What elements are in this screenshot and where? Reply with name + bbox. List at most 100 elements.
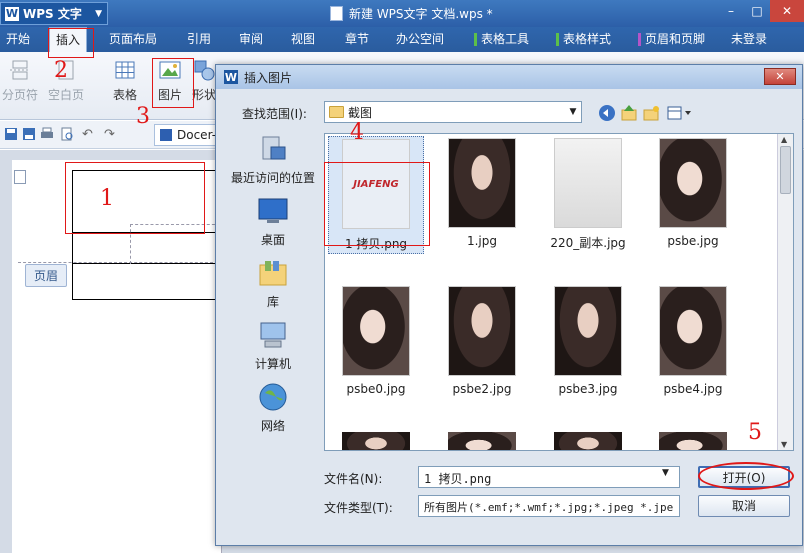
- file-thumbnail-partial[interactable]: [554, 432, 622, 450]
- tab-office-space[interactable]: 办公空间: [390, 27, 450, 52]
- file-thumbnail: [659, 138, 727, 228]
- file-name-input[interactable]: 1 拷贝.png: [418, 466, 680, 488]
- file-name: psbe0.jpg: [346, 382, 406, 396]
- recent-places-icon: [262, 136, 286, 160]
- file-item[interactable]: psbe0.jpg: [328, 286, 424, 396]
- place-computer-label: 计算机: [254, 357, 291, 371]
- scrollbar-thumb[interactable]: [780, 146, 791, 194]
- file-name: psbe.jpg: [667, 234, 719, 248]
- libraries-icon: [259, 261, 287, 286]
- page-break-icon: [10, 60, 30, 80]
- dialog-close-button[interactable]: ✕: [764, 68, 796, 85]
- file-thumbnail: [659, 286, 727, 376]
- file-type-label: 文件类型(T):: [324, 501, 393, 515]
- blank-page-label: 空白页: [48, 88, 85, 102]
- file-name: psbe4.jpg: [663, 382, 723, 396]
- file-thumbnail: [554, 138, 622, 228]
- wps-logo-icon: W: [224, 70, 238, 84]
- file-thumbnail-partial[interactable]: [342, 432, 410, 450]
- chevron-down-icon: ▼: [569, 107, 577, 117]
- tab-review[interactable]: 审阅: [233, 27, 269, 52]
- place-network[interactable]: 网络: [224, 381, 322, 434]
- file-name: psbe3.jpg: [558, 382, 618, 396]
- annotation-number-1: 1: [100, 186, 114, 211]
- login-link[interactable]: 未登录: [731, 27, 767, 52]
- network-icon: [259, 383, 287, 411]
- file-thumbnail-partial[interactable]: [448, 432, 516, 450]
- annotation-box-2: [48, 28, 94, 58]
- scroll-up-icon[interactable]: ▲: [781, 135, 787, 144]
- app-menu-button[interactable]: W WPS 文字 ▼: [0, 2, 108, 25]
- page-break-button[interactable]: 分页符: [2, 58, 38, 103]
- title-bar: W WPS 文字 ▼ 新建 WPS文字 文档.wps * – □ ✕: [0, 0, 804, 27]
- tab-header-footer[interactable]: 页眉和页脚: [632, 27, 711, 52]
- print-icon[interactable]: [40, 127, 54, 141]
- print-preview-icon[interactable]: [60, 127, 74, 141]
- view-menu-icon[interactable]: [666, 104, 694, 122]
- file-name: 220_副本.jpg: [550, 236, 626, 250]
- place-desktop-label: 桌面: [260, 233, 285, 247]
- table-icon: [115, 61, 135, 79]
- undo-icon[interactable]: ↶: [82, 127, 96, 142]
- document-title-text: 新建 WPS文字 文档.wps *: [349, 7, 493, 21]
- file-list-scrollbar[interactable]: ▲ ▼: [777, 134, 793, 450]
- chevron-down-icon[interactable]: ▼: [662, 468, 669, 478]
- shapes-button[interactable]: 形状: [192, 58, 216, 103]
- file-thumbnail: [448, 138, 516, 228]
- tab-page-layout[interactable]: 页面布局: [103, 27, 163, 52]
- header-label[interactable]: 页眉: [25, 264, 68, 287]
- redo-icon[interactable]: ↷: [104, 127, 118, 142]
- back-icon[interactable]: [598, 104, 616, 122]
- tab-header-footer-label: 页眉和页脚: [645, 32, 706, 46]
- file-thumbnail-partial[interactable]: [659, 432, 727, 450]
- file-type-dropdown[interactable]: 所有图片(*.emf;*.wmf;*.jpg;*.jpeg *.jpe: [418, 495, 680, 517]
- up-folder-icon[interactable]: [620, 104, 638, 122]
- tab-table-tools[interactable]: 表格工具: [468, 27, 535, 52]
- file-item[interactable]: psbe2.jpg: [434, 286, 530, 396]
- page-layout-icon[interactable]: [14, 170, 26, 184]
- place-libraries[interactable]: 库: [224, 257, 322, 310]
- annotation-box-3: [152, 58, 194, 108]
- header-boundary: [18, 262, 218, 263]
- file-name: 1.jpg: [466, 234, 498, 248]
- scroll-down-icon[interactable]: ▼: [781, 440, 787, 449]
- place-desktop[interactable]: 桌面: [224, 195, 322, 248]
- annotation-number-4: 4: [350, 120, 364, 145]
- annotation-number-3: 3: [136, 104, 150, 129]
- annotation-number-2: 2: [54, 58, 68, 83]
- close-window-button[interactable]: ✕: [770, 0, 804, 22]
- file-name-label: 文件名(N):: [324, 472, 383, 486]
- window-controls: – □ ✕: [718, 0, 804, 22]
- page-break-label: 分页符: [2, 88, 39, 102]
- file-name: psbe2.jpg: [452, 382, 512, 396]
- minimize-button[interactable]: –: [718, 0, 744, 22]
- annotation-box-4: [324, 162, 430, 246]
- tab-home[interactable]: 开始: [0, 27, 36, 52]
- cancel-button[interactable]: 取消: [698, 495, 790, 517]
- save-as-icon[interactable]: [22, 127, 36, 141]
- look-in-value: 截图: [348, 105, 373, 120]
- tab-chapter[interactable]: 章节: [339, 27, 375, 52]
- file-item[interactable]: psbe.jpg: [645, 138, 741, 248]
- file-item[interactable]: 220_副本.jpg: [540, 138, 636, 251]
- place-recent[interactable]: 最近访问的位置: [224, 133, 322, 186]
- file-thumbnail: [342, 286, 410, 376]
- tab-table-tools-label: 表格工具: [481, 32, 530, 46]
- place-computer[interactable]: 计算机: [224, 319, 322, 372]
- file-item[interactable]: 1.jpg: [434, 138, 530, 248]
- tab-references[interactable]: 引用: [181, 27, 217, 52]
- table-label: 表格: [113, 88, 138, 102]
- annotation-box-1: [65, 162, 205, 234]
- document-title: 新建 WPS文字 文档.wps *: [330, 5, 493, 22]
- tab-view[interactable]: 视图: [285, 27, 321, 52]
- file-item[interactable]: psbe3.jpg: [540, 286, 636, 396]
- place-libraries-label: 库: [266, 295, 279, 309]
- table-button[interactable]: 表格: [113, 58, 137, 103]
- save-icon[interactable]: [4, 127, 18, 141]
- new-folder-icon[interactable]: [642, 104, 660, 122]
- maximize-button[interactable]: □: [744, 0, 770, 22]
- file-item[interactable]: psbe4.jpg: [645, 286, 741, 396]
- desktop-icon: [258, 198, 288, 223]
- tab-table-style[interactable]: 表格样式: [550, 27, 617, 52]
- tab-table-style-label: 表格样式: [563, 32, 612, 46]
